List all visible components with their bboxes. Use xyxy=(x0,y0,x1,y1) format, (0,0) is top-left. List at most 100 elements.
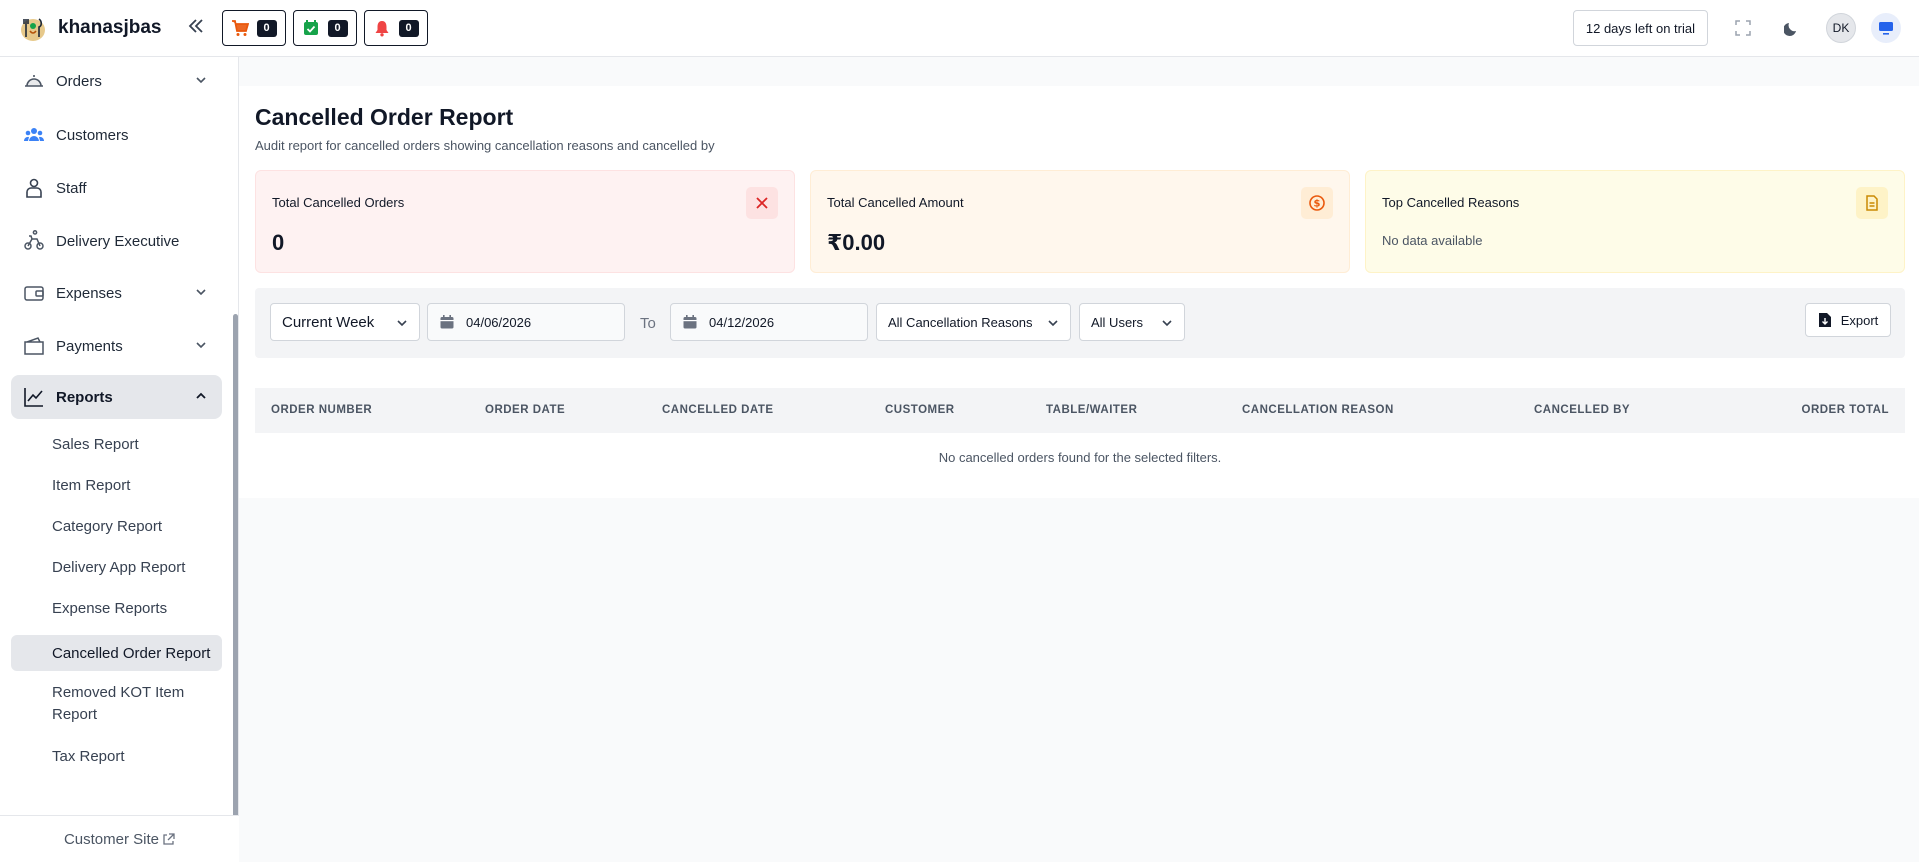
bike-icon xyxy=(23,230,45,252)
chevron-down-icon xyxy=(196,289,206,296)
sidebar-item-customers[interactable]: Customers xyxy=(11,113,222,157)
col-cancelled-by[interactable]: Cancelled By xyxy=(1534,388,1630,433)
sidebar-item-staff[interactable]: Staff xyxy=(11,166,222,210)
chevron-up-icon xyxy=(196,392,206,399)
col-cancellation-reason[interactable]: Cancellation Reason xyxy=(1242,388,1394,433)
to-label: To xyxy=(640,315,656,332)
col-order-total[interactable]: Order Total xyxy=(1802,388,1890,433)
svg-text:$: $ xyxy=(1314,199,1321,210)
bell-icon xyxy=(373,19,391,37)
sidebar-item-label: Staff xyxy=(56,179,87,197)
chevron-down-icon xyxy=(1048,320,1058,327)
sidebar-item-label: Reports xyxy=(56,388,113,406)
users-select-value: All Users xyxy=(1091,314,1144,330)
sidebar-item-reports[interactable]: Reports xyxy=(11,375,222,419)
chevron-down-icon xyxy=(196,342,206,349)
dark-mode-moon-icon[interactable] xyxy=(1777,13,1807,43)
export-button[interactable]: Export xyxy=(1805,303,1891,337)
sidebar-subitem-sales-report[interactable]: Sales Report xyxy=(11,427,222,461)
sidebar-subitem-item-report[interactable]: Item Report xyxy=(11,468,222,502)
period-select[interactable]: Current Week xyxy=(270,303,420,341)
sidebar-item-label: Delivery Executive xyxy=(56,232,180,250)
export-label: Export xyxy=(1840,312,1879,328)
filter-bar: Current Week 04/06/2026 To 04/12/2026 Al… xyxy=(255,288,1905,358)
chevron-down-icon xyxy=(397,320,407,327)
brand-name: khanasjbas xyxy=(58,17,162,38)
card-value: 0 xyxy=(272,230,285,255)
calendar-icon xyxy=(683,315,697,329)
total-cancelled-amount-card: Total Cancelled Amount $ ₹0.00 xyxy=(810,170,1350,273)
card-value: ₹0.00 xyxy=(827,230,886,255)
card-label: Top Cancelled Reasons xyxy=(1382,195,1520,210)
col-cancelled-date[interactable]: Cancelled Date xyxy=(662,388,774,433)
notifications-count: 0 xyxy=(398,19,419,37)
sidebar-item-label: Expenses xyxy=(56,284,122,302)
card-label: Total Cancelled Orders xyxy=(272,195,405,210)
sidebar-item-label: Customers xyxy=(56,126,129,144)
customer-site-label: Customer Site xyxy=(63,830,160,848)
external-link-icon xyxy=(163,832,175,845)
sidebar-subitem-cancelled-order-report[interactable]: Cancelled Order Report xyxy=(11,635,222,671)
cart-count: 0 xyxy=(256,19,277,37)
sidebar: Orders Customers Staff Delivery Executiv… xyxy=(0,57,239,862)
page-subtitle: Audit report for cancelled orders showin… xyxy=(255,138,715,153)
sidebar-subitem-expense-reports[interactable]: Expense Reports xyxy=(11,591,222,625)
to-date-input[interactable]: 04/12/2026 xyxy=(670,303,868,341)
period-select-value: Current Week xyxy=(282,313,375,331)
page-title: Cancelled Order Report xyxy=(255,104,514,130)
customer-site-link[interactable]: Customer Site xyxy=(0,815,239,862)
orders-counter-button[interactable]: 0 xyxy=(292,10,357,46)
x-icon xyxy=(746,187,778,219)
chevron-down-icon xyxy=(196,77,206,84)
download-document-icon xyxy=(1818,313,1831,327)
cart-counter-button[interactable]: 0 xyxy=(221,10,286,46)
sidebar-subitem-delivery-app-report[interactable]: Delivery App Report xyxy=(11,550,222,584)
fullscreen-icon[interactable] xyxy=(1728,13,1758,43)
col-customer[interactable]: Customer xyxy=(885,388,955,433)
sidebar-subitem-removed-kot-item-report[interactable]: Removed KOT Item Report xyxy=(11,679,222,729)
payments-icon xyxy=(23,335,45,357)
calendar-check-icon xyxy=(302,19,320,37)
wallet-icon xyxy=(23,282,45,304)
trial-badge[interactable]: 12 days left on trial xyxy=(1572,10,1708,46)
col-table-waiter[interactable]: Table/Waiter xyxy=(1046,388,1137,433)
sidebar-item-expenses[interactable]: Expenses xyxy=(11,271,222,315)
from-date-value: 04/06/2026 xyxy=(466,314,532,330)
card-label: Total Cancelled Amount xyxy=(827,195,964,210)
cancellation-reason-select[interactable]: All Cancellation Reasons xyxy=(876,303,1071,341)
dish-icon xyxy=(23,70,45,92)
users-select[interactable]: All Users xyxy=(1079,303,1185,341)
restaurant-logo-icon xyxy=(18,13,48,43)
dollar-coin-icon: $ xyxy=(1301,187,1333,219)
brand[interactable]: khanasjbas xyxy=(18,13,162,43)
document-icon xyxy=(1856,187,1888,219)
calendar-icon xyxy=(440,315,454,329)
col-order-date[interactable]: Order Date xyxy=(485,388,565,433)
display-monitor-icon[interactable] xyxy=(1871,13,1901,43)
user-avatar[interactable]: DK xyxy=(1826,13,1856,43)
users-icon xyxy=(23,124,45,146)
sidebar-item-orders[interactable]: Orders xyxy=(11,59,222,103)
notifications-counter-button[interactable]: 0 xyxy=(363,10,428,46)
orders-count: 0 xyxy=(327,19,348,37)
chevron-down-icon xyxy=(1162,320,1172,327)
staff-icon xyxy=(23,177,45,199)
sidebar-item-payments[interactable]: Payments xyxy=(11,324,222,368)
top-cancelled-reasons-card: Top Cancelled Reasons No data available xyxy=(1365,170,1905,273)
top-bar: khanasjbas 0 0 0 12 days left on trial D… xyxy=(0,0,1919,57)
chart-icon xyxy=(23,386,45,408)
to-date-value: 04/12/2026 xyxy=(709,314,775,330)
sidebar-scrollbar[interactable] xyxy=(233,314,238,862)
col-order-number[interactable]: Order Number xyxy=(271,388,372,433)
table-header: Order Number Order Date Cancelled Date C… xyxy=(255,388,1905,433)
from-date-input[interactable]: 04/06/2026 xyxy=(427,303,625,341)
total-cancelled-orders-card: Total Cancelled Orders 0 xyxy=(255,170,795,273)
card-empty-text: No data available xyxy=(1382,233,1483,248)
collapse-sidebar-icon[interactable] xyxy=(184,15,208,41)
sidebar-item-label: Payments xyxy=(56,337,123,355)
sidebar-subitem-category-report[interactable]: Category Report xyxy=(11,509,222,543)
sidebar-item-label: Orders xyxy=(56,72,102,90)
cancellation-reason-value: All Cancellation Reasons xyxy=(888,314,1033,330)
sidebar-item-delivery-executive[interactable]: Delivery Executive xyxy=(11,219,222,263)
sidebar-subitem-tax-report[interactable]: Tax Report xyxy=(11,739,222,773)
